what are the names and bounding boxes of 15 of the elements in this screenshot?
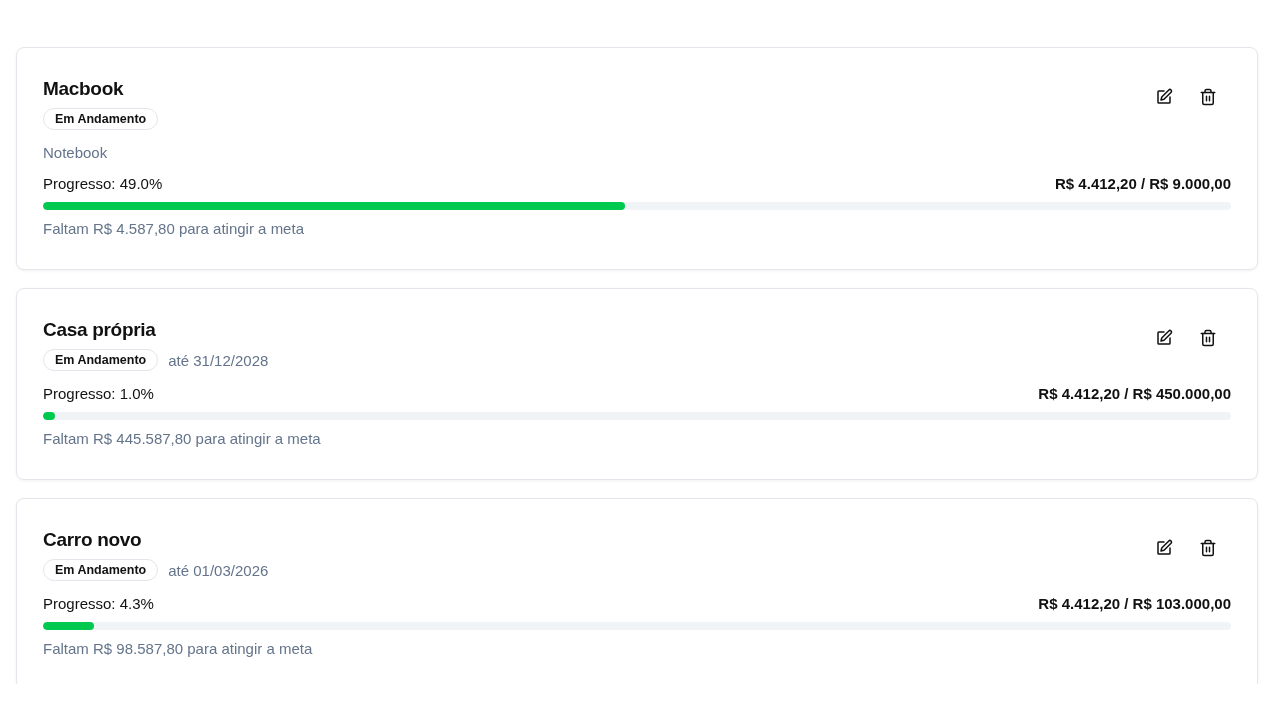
progress-label: Progresso: 49.0% xyxy=(43,175,163,192)
remaining-text: Faltam R$ 4.587,80 para atingir a meta xyxy=(43,220,305,237)
progress-label: Progresso: 1.0% xyxy=(43,385,154,402)
goal-title: Carro novo xyxy=(43,529,143,551)
deadline-text: até 01/03/2026 xyxy=(168,561,269,579)
goal-description: Notebook xyxy=(43,144,109,161)
amount-text: R$ 4.412,20 / R$ 9.000,00 xyxy=(1055,175,1231,192)
amount-text: R$ 4.412,20 / R$ 103.000,00 xyxy=(1038,595,1231,612)
remaining-text: Faltam R$ 445.587,80 para atingir a meta xyxy=(43,430,322,447)
progress-label: Progresso: 4.3% xyxy=(43,595,154,612)
remaining-text: Faltam R$ 98.587,80 para atingir a meta xyxy=(43,640,314,657)
amount-text: R$ 4.412,20 / R$ 450.000,00 xyxy=(1038,385,1231,402)
goal-title: Macbook xyxy=(43,78,125,100)
goal-title: Casa própria xyxy=(43,319,157,341)
deadline-text: até 31/12/2028 xyxy=(168,351,269,369)
